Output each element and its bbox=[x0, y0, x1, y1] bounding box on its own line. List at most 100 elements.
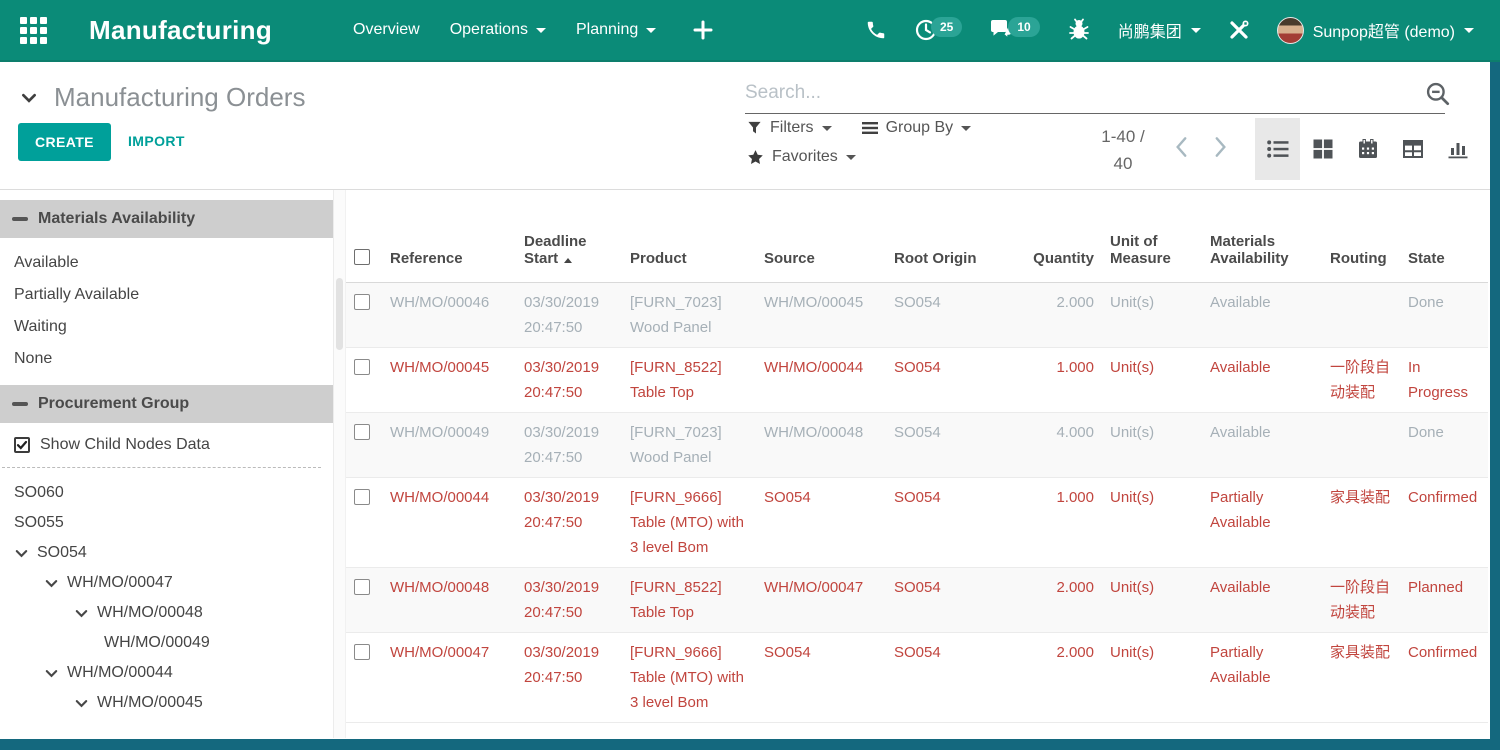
cell-root_origin[interactable]: SO054 bbox=[886, 567, 1014, 632]
sidebar-scrollbar[interactable] bbox=[333, 190, 346, 738]
cell-select[interactable] bbox=[346, 477, 382, 567]
table-row[interactable]: WH/MO/0004803/30/2019 20:47:50[FURN_8522… bbox=[346, 567, 1488, 632]
vertical-scrollbar[interactable] bbox=[1490, 62, 1500, 739]
cell-availability[interactable]: Available bbox=[1202, 567, 1322, 632]
cell-root_origin[interactable]: SO054 bbox=[886, 412, 1014, 477]
cell-availability[interactable]: Available bbox=[1202, 282, 1322, 347]
tree-expand-icon[interactable] bbox=[44, 666, 59, 681]
horizontal-scrollbar[interactable] bbox=[0, 739, 1500, 750]
tree-expand-icon[interactable] bbox=[14, 546, 29, 561]
kanban-view-button[interactable] bbox=[1300, 118, 1345, 180]
row-checkbox[interactable] bbox=[354, 359, 370, 375]
column-header-uom[interactable]: Unit of Measure bbox=[1102, 190, 1202, 282]
cell-reference[interactable]: WH/MO/00047 bbox=[382, 632, 516, 722]
scrollbar-thumb[interactable] bbox=[336, 278, 343, 350]
filter-none[interactable]: None bbox=[0, 343, 333, 375]
import-link[interactable]: IMPORT bbox=[128, 133, 185, 149]
tree-expand-icon[interactable] bbox=[74, 606, 89, 621]
cell-product[interactable]: [FURN_8522] Table Top bbox=[622, 347, 756, 412]
filters-dropdown[interactable]: Filters bbox=[747, 119, 832, 137]
row-checkbox[interactable] bbox=[354, 644, 370, 660]
cell-source[interactable]: WH/MO/00044 bbox=[756, 347, 886, 412]
cell-quantity[interactable]: 2.000 bbox=[1014, 632, 1102, 722]
cell-product[interactable]: [FURN_7023] Wood Panel bbox=[622, 282, 756, 347]
row-checkbox[interactable] bbox=[354, 294, 370, 310]
messages-chat-icon[interactable]: 10 bbox=[989, 18, 1039, 42]
show-child-nodes-checkbox[interactable]: Show Child Nodes Data bbox=[0, 423, 333, 465]
pivot-view-button[interactable] bbox=[1390, 118, 1435, 180]
cell-deadline[interactable]: 03/30/2019 20:47:50 bbox=[516, 347, 622, 412]
cell-availability[interactable]: Partially Available bbox=[1202, 477, 1322, 567]
cell-routing[interactable] bbox=[1322, 412, 1400, 477]
cell-root_origin[interactable]: SO054 bbox=[886, 282, 1014, 347]
row-checkbox[interactable] bbox=[354, 424, 370, 440]
cell-reference[interactable]: WH/MO/00045 bbox=[382, 347, 516, 412]
column-header-availability[interactable]: Materials Availability bbox=[1202, 190, 1322, 282]
cell-deadline[interactable]: 03/30/2019 20:47:50 bbox=[516, 567, 622, 632]
pager-next-icon[interactable] bbox=[1208, 134, 1232, 160]
tree-expand-icon[interactable] bbox=[74, 696, 89, 711]
nav-item-planning[interactable]: Planning bbox=[576, 21, 656, 39]
filter-partially-available[interactable]: Partially Available bbox=[0, 279, 333, 311]
bug-icon[interactable] bbox=[1067, 18, 1091, 42]
column-header-routing[interactable]: Routing bbox=[1322, 190, 1400, 282]
column-header-reference[interactable]: Reference bbox=[382, 190, 516, 282]
nav-item-operations[interactable]: Operations bbox=[450, 21, 546, 39]
tools-icon[interactable] bbox=[1228, 19, 1250, 41]
cell-reference[interactable]: WH/MO/00044 bbox=[382, 477, 516, 567]
cell-quantity[interactable]: 2.000 bbox=[1014, 567, 1102, 632]
select-all-header[interactable] bbox=[346, 190, 382, 282]
cell-source[interactable]: SO054 bbox=[756, 632, 886, 722]
cell-availability[interactable]: Available bbox=[1202, 412, 1322, 477]
table-row[interactable]: WH/MO/0004703/30/2019 20:47:50[FURN_9666… bbox=[346, 632, 1488, 722]
cell-select[interactable] bbox=[346, 282, 382, 347]
cell-availability[interactable]: Available bbox=[1202, 347, 1322, 412]
user-menu[interactable]: Sunpop超管 (demo) bbox=[1277, 17, 1474, 44]
cell-root_origin[interactable]: SO054 bbox=[886, 347, 1014, 412]
column-header-deadline[interactable]: Deadline Start bbox=[516, 190, 622, 282]
tree-item-so060[interactable]: SO060 bbox=[0, 478, 333, 508]
search-input[interactable] bbox=[745, 76, 1445, 114]
cell-quantity[interactable]: 4.000 bbox=[1014, 412, 1102, 477]
pager-previous-icon[interactable] bbox=[1170, 134, 1194, 160]
plus-icon[interactable] bbox=[693, 20, 713, 40]
cell-product[interactable]: [FURN_8522] Table Top bbox=[622, 567, 756, 632]
create-button[interactable]: CREATE bbox=[18, 123, 111, 161]
cell-routing[interactable]: 一阶段自动装配 bbox=[1322, 347, 1400, 412]
tree-item-wh-mo-00048[interactable]: WH/MO/00048 bbox=[0, 598, 333, 628]
cell-routing[interactable]: 家具装配 bbox=[1322, 632, 1400, 722]
cell-select[interactable] bbox=[346, 567, 382, 632]
company-switcher[interactable]: 尚鹏集团 bbox=[1118, 18, 1201, 42]
group-by-dropdown[interactable]: Group By bbox=[862, 119, 972, 137]
cell-reference[interactable]: WH/MO/00048 bbox=[382, 567, 516, 632]
cell-state[interactable]: In Progress bbox=[1400, 347, 1488, 412]
row-checkbox[interactable] bbox=[354, 489, 370, 505]
table-row[interactable]: WH/MO/0004603/30/2019 20:47:50[FURN_7023… bbox=[346, 282, 1488, 347]
cell-deadline[interactable]: 03/30/2019 20:47:50 bbox=[516, 477, 622, 567]
cell-root_origin[interactable]: SO054 bbox=[886, 477, 1014, 567]
table-row[interactable]: WH/MO/0004503/30/2019 20:47:50[FURN_8522… bbox=[346, 347, 1488, 412]
cell-uom[interactable]: Unit(s) bbox=[1102, 632, 1202, 722]
column-header-state[interactable]: State bbox=[1400, 190, 1488, 282]
cell-routing[interactable] bbox=[1322, 282, 1400, 347]
filter-available[interactable]: Available bbox=[0, 247, 333, 279]
table-row[interactable]: WH/MO/0004403/30/2019 20:47:50[FURN_9666… bbox=[346, 477, 1488, 567]
sidebar-section-materials-availability[interactable]: Materials Availability bbox=[0, 200, 333, 238]
row-checkbox[interactable] bbox=[354, 579, 370, 595]
filter-waiting[interactable]: Waiting bbox=[0, 311, 333, 343]
cell-reference[interactable]: WH/MO/00049 bbox=[382, 412, 516, 477]
cell-source[interactable]: WH/MO/00047 bbox=[756, 567, 886, 632]
cell-state[interactable]: Confirmed bbox=[1400, 632, 1488, 722]
graph-view-button[interactable] bbox=[1435, 118, 1480, 180]
cell-availability[interactable]: Partially Available bbox=[1202, 632, 1322, 722]
list-view-button[interactable] bbox=[1255, 118, 1300, 180]
cell-source[interactable]: SO054 bbox=[756, 477, 886, 567]
tree-item-so054[interactable]: SO054 bbox=[0, 538, 333, 568]
sidebar-section-procurement-group[interactable]: Procurement Group bbox=[0, 385, 333, 423]
tree-item-wh-mo-00044[interactable]: WH/MO/00044 bbox=[0, 658, 333, 688]
cell-deadline[interactable]: 03/30/2019 20:47:50 bbox=[516, 632, 622, 722]
tree-expand-icon[interactable] bbox=[44, 576, 59, 591]
cell-select[interactable] bbox=[346, 412, 382, 477]
cell-uom[interactable]: Unit(s) bbox=[1102, 347, 1202, 412]
column-header-source[interactable]: Source bbox=[756, 190, 886, 282]
